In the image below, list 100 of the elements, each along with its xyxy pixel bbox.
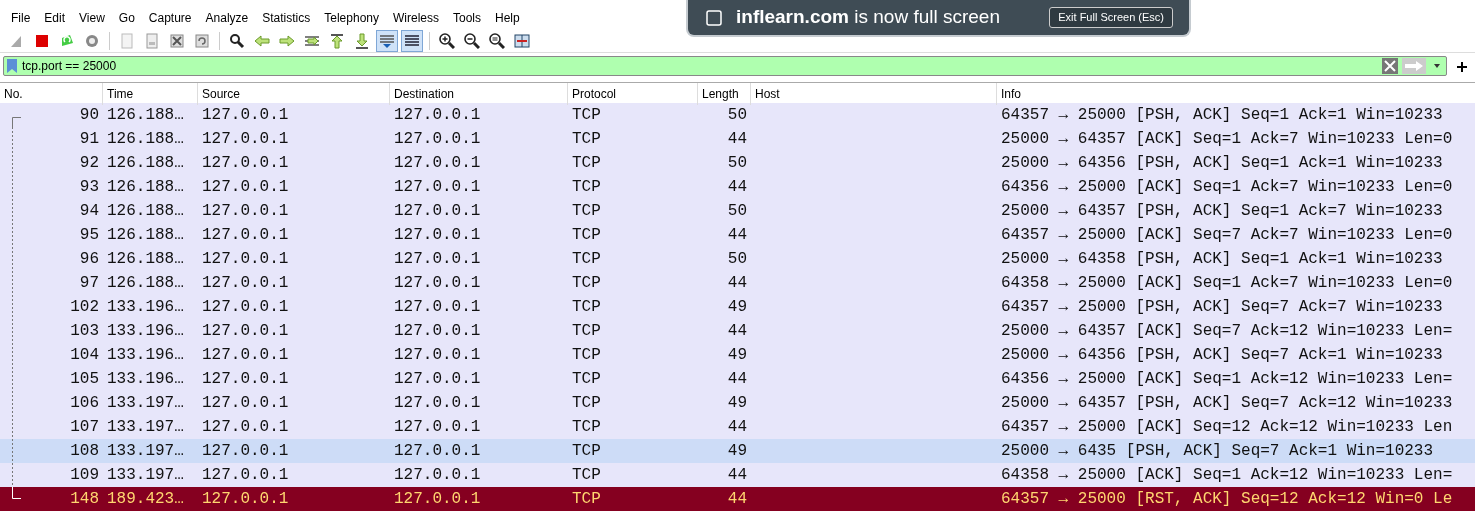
table-cell-text: 44 bbox=[726, 417, 748, 438]
packet-row[interactable]: 92 126.188… 127.0.0.1 127.0.0.1 TCP 50 25000 → 64356 [PSH, ACK] Seq=1 Ack=1 Win=10233 bbox=[0, 151, 1475, 175]
table-cell-text: 127.0.0.1 bbox=[201, 465, 290, 486]
table-cell-text: TCP bbox=[571, 441, 602, 462]
table-cell-text: 127.0.0.1 bbox=[393, 105, 482, 126]
table-cell-text: 49 bbox=[726, 297, 748, 318]
menu-item[interactable]: View bbox=[72, 3, 112, 27]
table-cell-text: 133.196… bbox=[106, 369, 185, 390]
go-to-packet-icon bbox=[304, 33, 320, 49]
table-cell-text: 127.0.0.1 bbox=[393, 369, 482, 390]
table-cell-text: 44 bbox=[726, 489, 748, 510]
table-cell-text: 127.0.0.1 bbox=[393, 465, 482, 486]
table-cell-text: 127.0.0.1 bbox=[201, 153, 290, 174]
packet-row[interactable]: 96 126.188… 127.0.0.1 127.0.0.1 TCP 50 25000 → 64358 [PSH, ACK] Seq=1 Ack=1 Win=10233 bbox=[0, 247, 1475, 271]
table-cell-text: 105 bbox=[70, 369, 99, 390]
menu-item[interactable]: Go bbox=[111, 3, 142, 27]
table-cell-text: 106 bbox=[70, 393, 99, 414]
packet-row[interactable]: 93 126.188… 127.0.0.1 127.0.0.1 TCP 44 64356 → 25000 [ACK] Seq=1 Ack=7 Win=10233 Len=0 bbox=[0, 175, 1475, 199]
table-cell-text: 126.188… bbox=[106, 177, 185, 198]
zoom-in-button[interactable] bbox=[436, 30, 458, 52]
packet-row[interactable]: 108 133.197… 127.0.0.1 127.0.0.1 TCP 49 25000 → 6435 [PSH, ACK] Seq=7 Ack=1 Win=10233 bbox=[0, 439, 1475, 463]
table-cell-text: 64357 → 25000 [ACK] Seq=7 Ack=7 Win=10233 Len=0 bbox=[1000, 225, 1454, 246]
table-cell-text: TCP bbox=[571, 249, 602, 270]
menu-item[interactable]: Statistics bbox=[255, 3, 318, 27]
table-cell-text: TCP bbox=[571, 129, 602, 150]
table-cell-text: 50 bbox=[726, 105, 748, 126]
table-cell-text: 127.0.0.1 bbox=[393, 441, 482, 462]
table-cell-text: 127.0.0.1 bbox=[393, 273, 482, 294]
table-cell-text: TCP bbox=[571, 273, 602, 294]
table-cell-text: 44 bbox=[726, 273, 748, 294]
packet-row[interactable]: 90 126.188… 127.0.0.1 127.0.0.1 TCP 50 64357 → 25000 [PSH, ACK] Seq=1 Ack=1 Win=10233 bbox=[0, 103, 1475, 127]
display-filter-field[interactable]: tcp.port == 25000 bbox=[22, 57, 1378, 75]
table-cell-text: 127.0.0.1 bbox=[201, 489, 290, 510]
menu-item[interactable]: Wireless bbox=[386, 3, 446, 27]
packet-row[interactable]: 102 133.196… 127.0.0.1 127.0.0.1 TCP 49 64357 → 25000 [PSH, ACK] Seq=7 Ack=7 Win=10233 bbox=[0, 295, 1475, 319]
packet-row[interactable]: 95 126.188… 127.0.0.1 127.0.0.1 TCP 44 64357 → 25000 [ACK] Seq=7 Ack=7 Win=10233 Len=0 bbox=[0, 223, 1475, 247]
table-cell-text: 126.188… bbox=[106, 249, 185, 270]
packet-row[interactable]: 107 133.197… 127.0.0.1 127.0.0.1 TCP 44 64357 → 25000 [ACK] Seq=12 Ack=12 Win=10233 Len bbox=[0, 415, 1475, 439]
table-cell-text: TCP bbox=[571, 393, 602, 414]
table-cell-text: 64357 → 25000 [RST, ACK] Seq=12 Ack=12 Win=0 Le bbox=[1000, 489, 1454, 510]
packet-row[interactable]: 94 126.188… 127.0.0.1 127.0.0.1 TCP 50 25000 → 64357 [PSH, ACK] Seq=1 Ack=7 Win=10233 bbox=[0, 199, 1475, 223]
close-file-icon bbox=[169, 33, 185, 49]
zoom-reset-button[interactable] bbox=[486, 30, 508, 52]
menu-item[interactable]: Tools bbox=[446, 3, 488, 27]
table-cell-text: 127.0.0.1 bbox=[393, 417, 482, 438]
table-cell-text: TCP bbox=[571, 177, 602, 198]
table-cell-text: 94 bbox=[79, 201, 99, 222]
binary-file-icon bbox=[144, 33, 160, 49]
table-cell-text: 127.0.0.1 bbox=[201, 321, 290, 342]
autoscroll-icon bbox=[379, 33, 395, 49]
packet-row[interactable]: 97 126.188… 127.0.0.1 127.0.0.1 TCP 44 64358 → 25000 [ACK] Seq=1 Ack=7 Win=10233 Len=0 bbox=[0, 271, 1475, 295]
down-arrow-icon bbox=[354, 33, 370, 49]
checkbox-icon[interactable] bbox=[706, 9, 722, 26]
table-cell-text: 108 bbox=[70, 441, 99, 462]
menu-item[interactable]: Capture bbox=[141, 3, 199, 27]
table-cell-text: 127.0.0.1 bbox=[393, 249, 482, 270]
colorize-icon bbox=[404, 33, 420, 49]
table-cell-text: 49 bbox=[726, 441, 748, 462]
autoscroll-button[interactable] bbox=[376, 30, 398, 52]
menu-item[interactable]: Telephony bbox=[317, 3, 386, 27]
packet-row[interactable]: 104 133.196… 127.0.0.1 127.0.0.1 TCP 49 25000 → 64356 [PSH, ACK] Seq=7 Ack=1 Win=10233 bbox=[0, 343, 1475, 367]
table-cell-text: 103 bbox=[70, 321, 99, 342]
table-cell-text: 127.0.0.1 bbox=[393, 177, 482, 198]
bookmark-icon[interactable] bbox=[6, 58, 18, 74]
packet-row[interactable]: 91 126.188… 127.0.0.1 127.0.0.1 TCP 44 25000 → 64357 [ACK] Seq=1 Ack=7 Win=10233 Len=0 bbox=[0, 127, 1475, 151]
exit-full-screen-button[interactable]: Exit Full Screen (Esc) bbox=[1049, 7, 1173, 28]
zoom-out-button[interactable] bbox=[461, 30, 483, 52]
table-cell-text: 90 bbox=[79, 105, 99, 126]
packet-row[interactable]: 103 133.196… 127.0.0.1 127.0.0.1 TCP 44 25000 → 64357 [ACK] Seq=7 Ack=12 Win=10233 Len= bbox=[0, 319, 1475, 343]
table-cell-text: 25000 → 64356 [PSH, ACK] Seq=1 Ack=1 Win=10233 bbox=[1000, 153, 1444, 174]
table-cell-text: 50 bbox=[726, 201, 748, 222]
table-cell-text: 127.0.0.1 bbox=[393, 225, 482, 246]
menu-item[interactable]: Help bbox=[488, 3, 527, 27]
menu-item[interactable]: File bbox=[4, 3, 38, 27]
table-cell-text: 50 bbox=[726, 249, 748, 270]
display-filter-bar[interactable]: tcp.port == 25000 bbox=[3, 56, 1447, 76]
table-cell-text: 44 bbox=[726, 465, 748, 486]
packet-row[interactable]: 109 133.197… 127.0.0.1 127.0.0.1 TCP 44 64358 → 25000 [ACK] Seq=1 Ack=12 Win=10233 Len= bbox=[0, 463, 1475, 487]
zoom-reset-icon bbox=[489, 33, 505, 49]
table-cell-text: 133.196… bbox=[106, 321, 185, 342]
menu-item[interactable]: Edit bbox=[37, 3, 73, 27]
table-cell-text: 95 bbox=[79, 225, 99, 246]
plus-icon bbox=[1457, 61, 1467, 72]
table-cell-text: 127.0.0.1 bbox=[201, 369, 290, 390]
table-cell-text: 127.0.0.1 bbox=[201, 345, 290, 366]
colorize-button[interactable] bbox=[401, 30, 423, 52]
table-cell-text: 25000 → 64357 [ACK] Seq=7 Ack=12 Win=10233 Len= bbox=[1000, 321, 1454, 342]
packet-row[interactable]: 148 189.423… 127.0.0.1 127.0.0.1 TCP 44 64357 → 25000 [RST, ACK] Seq=12 Ack=12 Win=0 Le bbox=[0, 487, 1475, 511]
packet-row[interactable]: 106 133.197… 127.0.0.1 127.0.0.1 TCP 49 25000 → 64357 [PSH, ACK] Seq=7 Ack=12 Win=10233 bbox=[0, 391, 1475, 415]
table-cell-text: 44 bbox=[726, 177, 748, 198]
table-cell-text: 127.0.0.1 bbox=[201, 105, 290, 126]
table-cell-text: 133.197… bbox=[106, 465, 185, 486]
packet-row[interactable]: 105 133.196… 127.0.0.1 127.0.0.1 TCP 44 64356 → 25000 [ACK] Seq=1 Ack=12 Win=10233 Len= bbox=[0, 367, 1475, 391]
clear-icon[interactable] bbox=[1382, 58, 1398, 74]
table-cell-text: 148 bbox=[70, 489, 99, 510]
table-cell-text: 127.0.0.1 bbox=[201, 393, 290, 414]
table-cell-text: 64356 → 25000 [ACK] Seq=1 Ack=7 Win=10233 Len=0 bbox=[1000, 177, 1454, 198]
menu-item[interactable]: Analyze bbox=[198, 3, 256, 27]
notice-message: inflearn.com is now full screen bbox=[736, 5, 1000, 30]
table-cell-text: 25000 → 64357 [ACK] Seq=1 Ack=7 Win=10233 Len=0 bbox=[1000, 129, 1454, 150]
